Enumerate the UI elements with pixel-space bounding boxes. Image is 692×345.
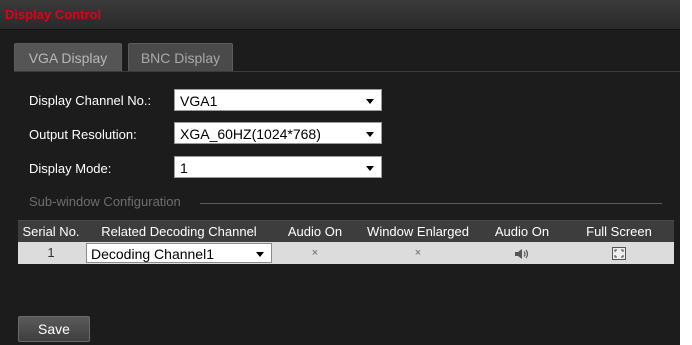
chevron-down-icon: [366, 166, 374, 171]
decoding-channel-value: Decoding Channel1: [91, 246, 214, 262]
output-resolution-label: Output Resolution:: [29, 127, 137, 142]
column-header-audio-on: Audio On: [287, 224, 343, 239]
audio-on-toggle[interactable]: ×: [274, 242, 356, 264]
tab-vga-display[interactable]: VGA Display: [14, 43, 122, 71]
display-channel-label: Display Channel No.:: [29, 93, 152, 108]
window-enlarged-toggle[interactable]: ×: [356, 242, 480, 264]
subwindow-section-title: Sub-window Configuration: [29, 194, 181, 209]
speaker-icon: [515, 248, 529, 259]
audio-toggle-button[interactable]: [480, 242, 564, 264]
chevron-down-icon: [256, 252, 264, 257]
output-resolution-value: XGA_60HZ(1024*768): [180, 126, 321, 142]
table-row: 1 Decoding Channel1 × ×: [18, 242, 674, 264]
display-channel-value: VGA1: [180, 93, 218, 109]
tab-divider: [14, 71, 680, 72]
serial-number: 1: [47, 245, 55, 260]
display-mode-value: 1: [180, 160, 188, 176]
display-mode-label: Display Mode:: [29, 161, 112, 176]
subwindow-table-header: Serial No. Related Decoding Channel Audi…: [18, 220, 674, 243]
column-header-audio-on-2: Audio On: [494, 224, 550, 239]
tab-bnc-display[interactable]: BNC Display: [128, 43, 233, 71]
chevron-down-icon: [366, 99, 374, 104]
column-header-serial: Serial No.: [22, 224, 80, 239]
column-header-full-screen: Full Screen: [586, 224, 652, 239]
display-mode-select[interactable]: 1: [174, 156, 382, 178]
column-header-window-enlarged: Window Enlarged: [367, 224, 469, 239]
panel-title: Display Control: [5, 7, 102, 22]
panel-titlebar: Display Control: [0, 0, 680, 30]
display-channel-select[interactable]: VGA1: [174, 89, 382, 111]
output-resolution-select[interactable]: XGA_60HZ(1024*768): [174, 122, 382, 144]
chevron-down-icon: [366, 132, 374, 137]
decoding-channel-select[interactable]: Decoding Channel1: [86, 243, 272, 263]
column-header-decoding-channel: Related Decoding Channel: [101, 224, 257, 239]
section-divider: [200, 203, 662, 204]
display-control-panel: Display Control VGA Display BNC Display …: [0, 0, 680, 345]
fullscreen-icon: [612, 247, 626, 261]
full-screen-button[interactable]: [564, 242, 674, 264]
save-button[interactable]: Save: [18, 316, 90, 342]
